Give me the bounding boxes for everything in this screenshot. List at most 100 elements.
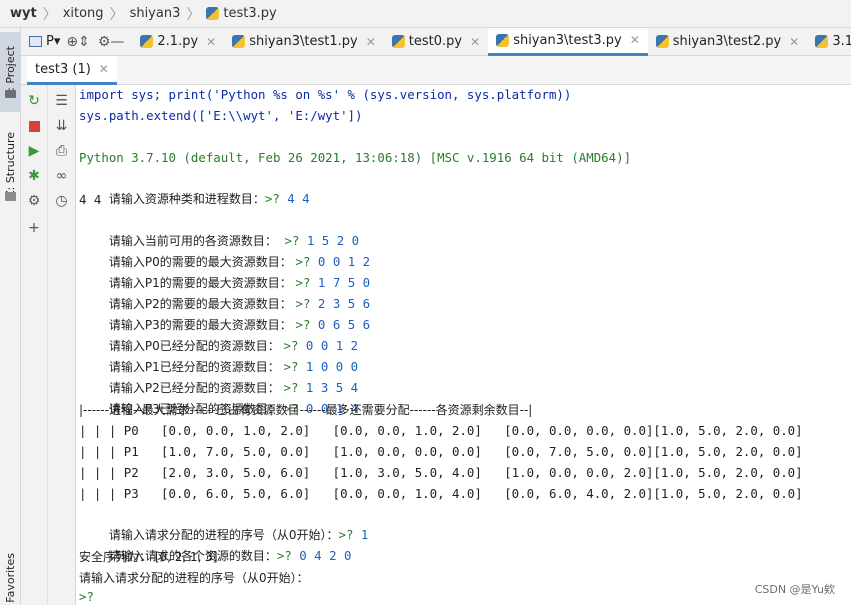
project-tool-tab[interactable]: 1: Project (0, 32, 21, 112)
watermark: CSDN @是Yu欸 (754, 583, 835, 596)
show-variables-button[interactable]: ∞ (48, 164, 75, 188)
python-file-icon (391, 35, 405, 48)
input-chevron: >? (276, 548, 292, 563)
console-line: 请输入P3已经分配的资源数目： >? 0 0 1 4 (79, 379, 358, 416)
project-view-label: P▾ (46, 34, 61, 49)
editor-tab-test2[interactable]: shiyan3\test2.py ✕ (648, 28, 808, 56)
close-icon[interactable]: ✕ (789, 35, 799, 49)
run-toolbar-primary: ↻ ▶ ✱ ⚙ + (21, 85, 48, 605)
history-button[interactable]: ◷ (48, 189, 75, 213)
breadcrumb-item-shiyan3[interactable]: shiyan3 (130, 6, 181, 21)
project-icon (29, 36, 42, 47)
bug-icon: ✱ (28, 168, 40, 184)
scroll-to-end-button[interactable]: ⇊ (48, 114, 75, 138)
console-line: 请输入P2的需要的最大资源数目： >? 2 3 5 6 (79, 274, 370, 311)
close-icon[interactable]: ✕ (206, 35, 216, 49)
print-button[interactable]: ⎙ (48, 139, 75, 163)
breadcrumb: wyt 〉 xitong 〉 shiyan3 〉 test3.py (0, 0, 851, 28)
structure-icon (5, 192, 16, 201)
minus-icon: — (110, 33, 125, 50)
editor-tab-label: 2.1.py (157, 34, 199, 49)
table-header: |------进程--最大需求------已占有资源数目------最多还需要分… (79, 403, 533, 417)
table-row: | | | P1 [1.0, 7.0, 5.0, 0.0] [1.0, 0.0,… (79, 444, 803, 459)
favorites-tool-tab[interactable]: Favorites (0, 548, 21, 605)
console-line: 请输入P0的需要的最大资源数目： >? 0 0 1 2 (79, 232, 370, 269)
debug-button[interactable]: ✱ (21, 164, 47, 188)
editor-tab-label: 3.1.py (832, 34, 851, 49)
settings-button[interactable]: ⚙ (98, 28, 111, 56)
user-input: 4 4 (287, 191, 310, 206)
python-file-icon (140, 35, 154, 48)
console-line: 请输入当前可用的各资源数目： >? 1 5 2 0 (79, 211, 359, 248)
editor-tab-test1[interactable]: shiyan3\test1.py ✕ (224, 28, 384, 56)
run-button[interactable]: ▶ (21, 139, 47, 163)
python-file-icon (206, 7, 220, 20)
console-output[interactable]: import sys; print('Python %s on %s' % (s… (77, 85, 851, 605)
console-command: sys.path.extend(['E:\\wyt', 'E:/wyt']) (79, 108, 363, 123)
editor-tab-label: shiyan3\test2.py (672, 34, 782, 49)
collapse-icon: ⇕ (78, 33, 90, 50)
project-view-selector[interactable]: P▾ (21, 34, 66, 49)
hide-button[interactable]: — (110, 28, 124, 56)
console-line: 请输入P1已经分配的资源数目： >? 1 0 0 0 (79, 337, 358, 374)
printer-icon: ⎙ (55, 143, 68, 159)
play-icon: ▶ (28, 143, 40, 159)
console-line: 请输入P1的需要的最大资源数目： >? 1 7 5 0 (79, 253, 370, 290)
favorites-tab-label: Favorites (4, 553, 17, 603)
table-row: | | | P3 [0.0, 6.0, 5.0, 6.0] [0.0, 0.0,… (79, 486, 803, 501)
editor-tab-test0[interactable]: test0.py ✕ (384, 28, 488, 56)
close-icon[interactable]: ✕ (366, 35, 376, 49)
close-icon[interactable]: ✕ (630, 33, 640, 47)
plus-icon: + (28, 220, 40, 236)
user-input: 0 4 2 0 (299, 548, 352, 563)
run-settings-button[interactable]: ⚙ (21, 189, 47, 213)
run-toolbar-secondary: ☰ ⇊ ⎙ ∞ ◷ (48, 85, 76, 605)
soft-wrap-button[interactable]: ☰ (48, 89, 75, 113)
input-prompt[interactable]: >? (79, 587, 94, 605)
chevron-right-icon: 〉 (42, 6, 57, 23)
editor-tab-label: test0.py (408, 34, 463, 49)
console-line: 请输入资源种类和进程数目：>? 4 4 (79, 169, 310, 206)
python-file-icon (232, 35, 246, 48)
wrap-lines-icon: ☰ (55, 93, 68, 109)
breadcrumb-item-xitong[interactable]: xitong (63, 6, 104, 21)
table-row: | | | P0 [0.0, 0.0, 1.0, 2.0] [0.0, 0.0,… (79, 423, 803, 438)
chevron-right-icon: 〉 (186, 6, 201, 23)
crosshair-icon: ⊕ (66, 33, 79, 50)
rerun-button[interactable]: ↻ (21, 89, 47, 113)
console-line: 请输入P0已经分配的资源数目： >? 0 0 1 2 (79, 316, 358, 353)
run-tab-test3[interactable]: test3 (1) ✕ (27, 56, 117, 85)
glasses-icon: ∞ (55, 168, 68, 184)
stop-icon (28, 120, 40, 132)
locate-file-button[interactable]: ⊕ (66, 28, 78, 56)
collapse-all-button[interactable]: ⇕ (78, 28, 90, 56)
breadcrumb-item-file[interactable]: test3.py (223, 6, 276, 21)
close-icon[interactable]: ✕ (99, 62, 109, 76)
editor-tab-label: shiyan3\test3.py (513, 32, 622, 48)
console-prompt: 请输入资源种类和进程数目： (108, 192, 265, 206)
breadcrumb-item-wyt[interactable]: wyt (10, 6, 37, 21)
console-echo: 4 4 (79, 192, 102, 207)
run-tab-label: test3 (1) (35, 61, 91, 77)
python-file-icon (815, 35, 829, 48)
python-file-icon (496, 33, 510, 47)
input-chevron: >? (264, 191, 280, 206)
add-button[interactable]: + (21, 216, 47, 240)
editor-tab-2-1[interactable]: 2.1.py ✕ (132, 28, 224, 56)
console-command: import sys; print('Python %s on %s' % (s… (79, 87, 572, 102)
close-icon[interactable]: ✕ (470, 35, 480, 49)
user-input: 1 (360, 527, 369, 542)
gear-icon: ⚙ (97, 33, 111, 50)
run-tab-bar: test3 (1) ✕ (21, 56, 851, 85)
console-line: 请输入请求的各个资源的数目：>? 0 4 2 0 (79, 526, 352, 563)
python-file-icon (655, 35, 669, 48)
console-line: 请输入P2已经分配的资源数目： >? 1 3 5 4 (79, 358, 358, 395)
editor-tab-label: shiyan3\test1.py (249, 34, 358, 49)
gear-icon: ⚙ (27, 193, 41, 209)
editor-tab-3-1[interactable]: 3.1.py (807, 28, 851, 56)
table-row: | | | P2 [2.0, 3.0, 5.0, 6.0] [1.0, 3.0,… (79, 465, 803, 480)
scroll-end-icon: ⇊ (55, 118, 68, 134)
stop-button[interactable] (21, 114, 47, 138)
python-version-line: Python 3.7.10 (default, Feb 26 2021, 13:… (79, 150, 632, 165)
editor-tab-test3[interactable]: shiyan3\test3.py ✕ (488, 27, 648, 56)
